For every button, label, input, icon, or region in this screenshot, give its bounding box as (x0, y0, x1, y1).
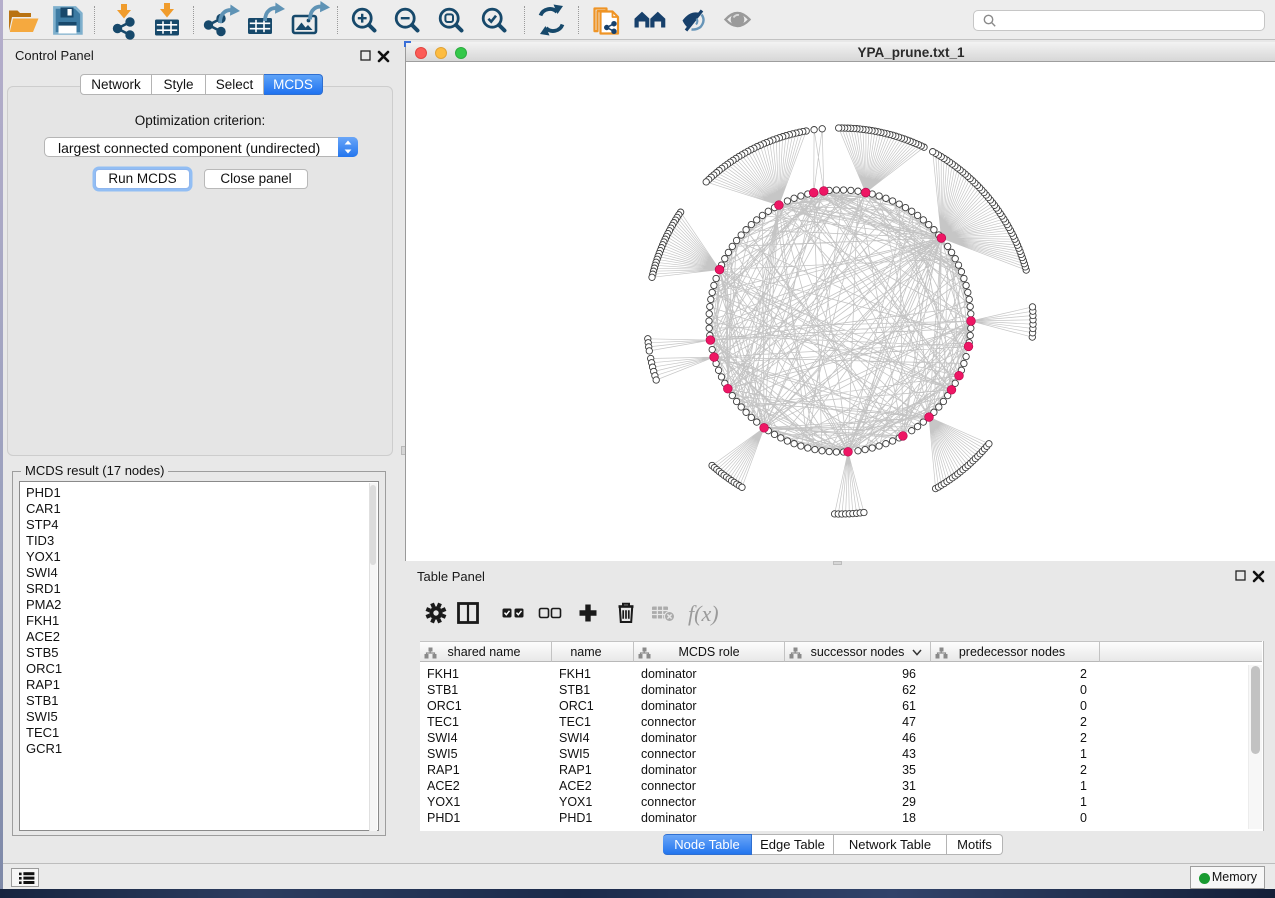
svg-text:f(x): f(x) (688, 601, 719, 626)
